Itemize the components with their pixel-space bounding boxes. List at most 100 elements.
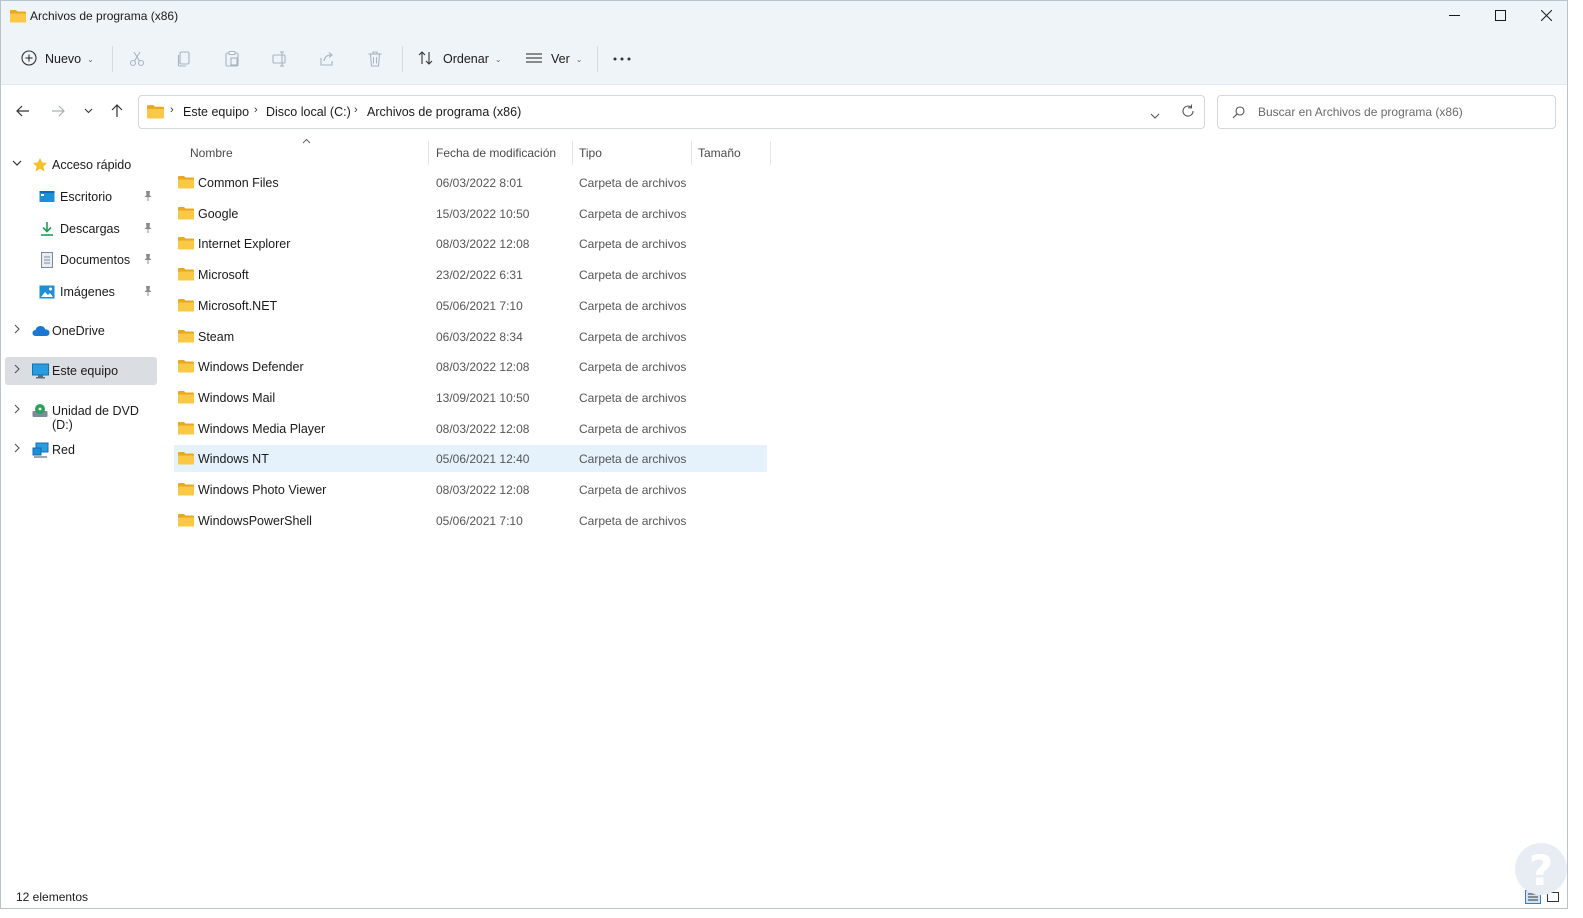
file-row[interactable]: Microsoft.NET 05/06/2021 7:10 Carpeta de a… [174,292,767,319]
new-button[interactable]: Nuevo ⌄ [21,43,94,75]
maximize-button[interactable] [1477,1,1523,33]
search-box[interactable]: Buscar en Archivos de programa (x86) [1217,95,1556,129]
chevron-right-icon[interactable] [11,443,23,456]
column-header-name[interactable]: Nombre [190,141,233,165]
file-date: 15/03/2022 10:50 [436,207,530,221]
file-name: Windows Media Player [198,422,326,436]
view-label: Ver [551,52,570,66]
chevron-right-icon[interactable] [11,404,23,417]
view-list-icon [525,51,543,68]
sidebar-item-dvd-drive[interactable]: Unidad de DVD (D:) [5,397,157,432]
new-label: Nuevo [45,52,82,66]
file-type: Carpeta de archivos [579,299,687,313]
delete-icon[interactable] [365,49,385,69]
file-name: Windows Photo Viewer [198,483,327,497]
column-divider[interactable] [428,141,429,165]
file-type: Carpeta de archivos [579,452,687,466]
column-divider[interactable] [691,141,692,165]
sidebar-item-escritorio[interactable]: Escritorio [5,183,157,211]
file-type: Carpeta de archivos [579,422,687,436]
close-button[interactable] [1523,1,1567,33]
more-icon[interactable] [612,49,632,69]
pin-icon [143,190,153,205]
help-logo-icon: ? [1509,819,1567,899]
toolbar-separator [597,46,598,72]
file-name: WindowsPowerShell [198,514,312,528]
file-type: Carpeta de archivos [579,268,687,282]
file-row[interactable]: Microsoft 23/02/2022 6:31 Carpeta de archi… [174,261,767,288]
address-bar[interactable]: › Este equipo › Disco local (C:) › Archi… [138,95,1205,129]
breadcrumb-este-equipo[interactable]: Este equipo [183,105,249,119]
explorer-window: Archivos de programa (x86) Nuevo ⌄ Orden… [0,0,1568,909]
column-header-type[interactable]: Tipo [579,141,602,165]
pin-icon [143,285,153,300]
file-row[interactable]: Common Files 06/03/2022 8:01 Carpeta de ar… [174,169,767,196]
navigation-pane: Acceso rápido Escritorio Descargas Docum… [1,141,161,881]
rename-icon[interactable] [270,49,290,69]
folder-icon [178,329,194,346]
file-row[interactable]: Internet Explorer 08/03/2022 12:08 Carpeta… [174,230,767,257]
search-icon [1232,106,1245,122]
network-icon [32,442,49,458]
sort-label: Ordenar [443,52,489,66]
folder-icon [178,359,194,376]
address-dropdown-chevron-icon[interactable] [1150,108,1160,122]
share-icon[interactable] [317,49,337,69]
column-divider[interactable] [770,141,771,165]
sort-button[interactable]: Ordenar ⌄ [417,43,502,75]
recent-locations-chevron-icon[interactable] [78,101,98,121]
column-header-date[interactable]: Fecha de modificación [436,141,556,165]
file-row[interactable]: Windows Photo Viewer 08/03/2022 12:08 Carp… [174,476,767,503]
folder-icon [178,206,194,223]
sidebar-item-imagenes[interactable]: Imágenes [5,278,157,306]
folder-icon [178,421,194,438]
file-type: Carpeta de archivos [579,514,687,528]
column-header-size[interactable]: Tamaño [698,141,741,165]
file-date: 05/06/2021 7:10 [436,299,523,313]
chevron-right-icon: › [354,104,358,116]
chevron-down-icon: ⌄ [87,54,94,64]
sort-icon [417,50,435,69]
chevron-right-icon: › [254,104,258,116]
file-row[interactable]: Steam 06/03/2022 8:34 Carpeta de archivos [174,323,767,350]
chevron-right-icon: › [170,104,174,116]
refresh-icon[interactable] [1181,104,1195,121]
file-type: Carpeta de archivos [579,237,687,251]
file-type: Carpeta de archivos [579,483,687,497]
command-bar: Nuevo ⌄ Ordenar ⌄ Ver ⌄ [1,33,1567,85]
forward-arrow-icon[interactable] [48,101,68,121]
file-row[interactable]: Google 15/03/2022 10:50 Carpeta de archivo… [174,200,767,227]
breadcrumb-disco-local[interactable]: Disco local (C:) [266,105,351,119]
title-bar[interactable]: Archivos de programa (x86) [1,1,1567,33]
file-type: Carpeta de archivos [579,207,687,221]
sidebar-item-onedrive[interactable]: OneDrive [5,317,157,345]
copy-icon[interactable] [174,49,194,69]
sidebar-item-documentos[interactable]: Documentos [5,246,157,274]
chevron-down-icon: ⌄ [494,54,502,64]
file-row[interactable]: Windows NT 05/06/2021 12:40 Carpeta de arc… [174,445,767,472]
toolbar-separator [402,46,403,72]
file-date: 06/03/2022 8:01 [436,176,523,190]
file-row[interactable]: WindowsPowerShell 05/06/2021 7:10 Carpeta … [174,507,767,534]
sidebar-item-descargas[interactable]: Descargas [5,215,157,243]
cut-icon[interactable] [127,49,147,69]
column-divider[interactable] [572,141,573,165]
chevron-right-icon[interactable] [11,324,23,337]
file-name: Windows Mail [198,391,276,405]
download-icon [39,221,55,237]
paste-icon[interactable] [222,49,242,69]
minimize-button[interactable] [1431,1,1477,33]
up-arrow-icon[interactable] [107,101,127,121]
file-row[interactable]: Windows Defender 08/03/2022 12:08 Carpeta … [174,353,767,380]
chevron-right-icon[interactable] [11,364,23,377]
file-date: 08/03/2022 12:08 [436,483,530,497]
back-arrow-icon[interactable] [13,101,33,121]
file-row[interactable]: Windows Media Player 08/03/2022 12:08 Carp… [174,415,767,442]
minimize-icon [1448,10,1460,24]
view-button[interactable]: Ver ⌄ [525,43,582,75]
breadcrumb-current-folder[interactable]: Archivos de programa (x86) [367,105,521,119]
sidebar-item-este-equipo[interactable]: Este equipo [5,357,157,385]
sidebar-item-red[interactable]: Red [5,436,157,464]
file-row[interactable]: Windows Mail 13/09/2021 10:50 Carpeta de a… [174,384,767,411]
folder-icon [178,298,194,315]
